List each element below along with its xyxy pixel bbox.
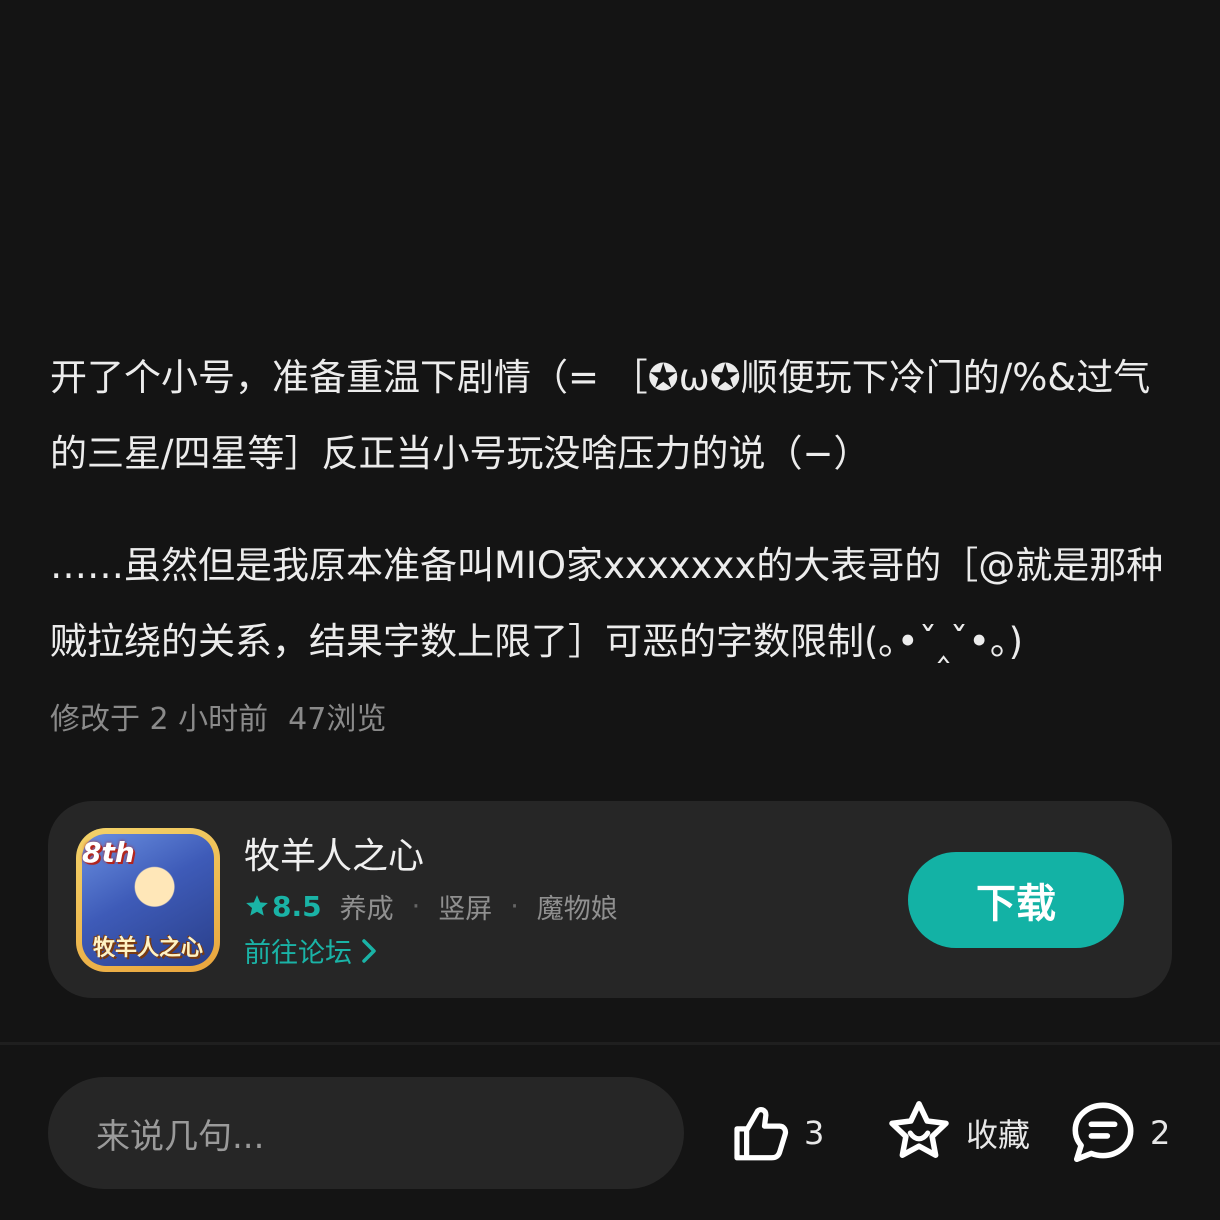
- anniversary-badge: 8th: [82, 836, 135, 869]
- post-meta: 修改于 2 小时前 47浏览: [50, 694, 1180, 738]
- bottom-action-bar: 来说几句... 3 收藏 2: [0, 1045, 1220, 1220]
- download-button[interactable]: 下载: [908, 852, 1124, 948]
- comment-input-placeholder: 来说几句...: [96, 1116, 265, 1157]
- star-icon: [246, 895, 268, 916]
- comment-count: 2: [1150, 1114, 1171, 1152]
- game-rating: 8.5: [244, 890, 322, 923]
- favorite-label: 收藏: [966, 1116, 1031, 1154]
- game-tag: 竖屏: [438, 893, 493, 925]
- view-count: 47浏览: [288, 702, 387, 737]
- game-name[interactable]: 牧羊人之心: [244, 831, 618, 883]
- forum-link[interactable]: 前往论坛: [244, 931, 618, 970]
- post-paragraph-2: ……虽然但是我原本准备叫MIO家xxxxxxx的大表哥的［@就是那种贼拉绕的关系…: [50, 544, 1164, 663]
- post-detail-page: 开了个小号，准备重温下剧情（= ［✪ω✪顺便玩下冷门的/%&过气的三星/四星等］…: [0, 0, 1220, 1220]
- game-card[interactable]: 8th 牧羊人之心 牧羊人之心 8.5 养成 · 竖屏 · 魔物娘 前往论坛 下…: [48, 801, 1172, 998]
- post-paragraph-1: 开了个小号，准备重温下剧情（= ［✪ω✪顺便玩下冷门的/%&过气的三星/四星等］…: [50, 356, 1151, 475]
- post-body: 开了个小号，准备重温下剧情（= ［✪ω✪顺便玩下冷门的/%&过气的三星/四星等］…: [50, 340, 1180, 738]
- tag-separator: ·: [411, 890, 421, 922]
- game-tag: 魔物娘: [536, 893, 618, 925]
- forum-link-label: 前往论坛: [244, 938, 352, 969]
- modified-time: 修改于 2 小时前: [50, 702, 269, 737]
- comments-button[interactable]: 2: [1068, 1095, 1170, 1171]
- game-icon[interactable]: 8th 牧羊人之心: [76, 828, 220, 972]
- game-info: 牧羊人之心 8.5 养成 · 竖屏 · 魔物娘 前往论坛: [244, 831, 618, 970]
- comment-bubble-icon: [1072, 1102, 1134, 1163]
- star-outline-icon: [889, 1101, 949, 1158]
- game-tag: 养成: [339, 893, 394, 925]
- thumbs-up-icon: [734, 1107, 789, 1161]
- comment-input[interactable]: 来说几句...: [48, 1077, 684, 1189]
- tag-separator: ·: [510, 890, 519, 922]
- favorite-button[interactable]: 收藏: [884, 1095, 1030, 1171]
- chevron-right-icon: [362, 938, 376, 963]
- like-count: 3: [804, 1114, 825, 1152]
- rating-value: 8.5: [272, 889, 322, 923]
- game-rating-row: 8.5 养成 · 竖屏 · 魔物娘: [244, 885, 618, 927]
- like-button[interactable]: 3: [726, 1095, 824, 1171]
- game-icon-logo: 牧羊人之心: [92, 936, 203, 961]
